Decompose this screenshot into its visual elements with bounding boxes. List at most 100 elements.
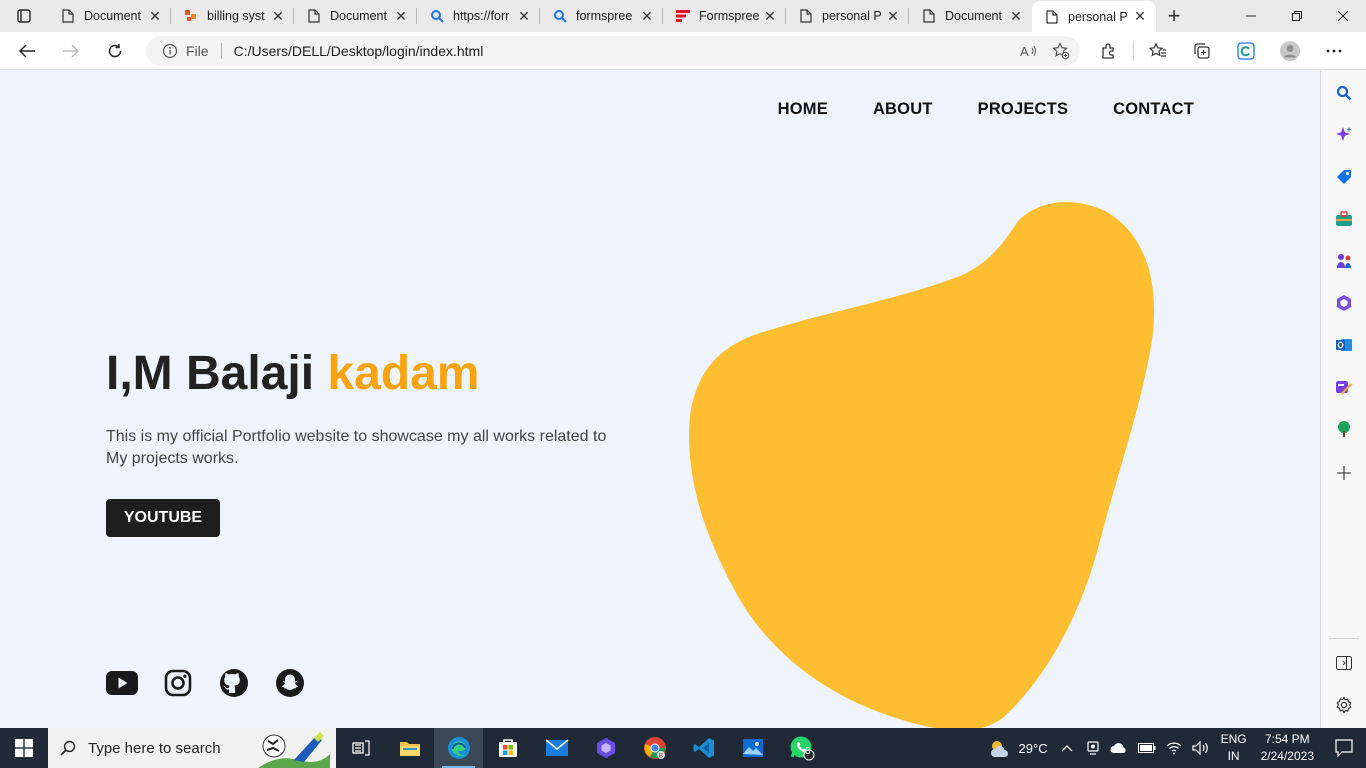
clock-date: 2/24/2023 <box>1260 749 1314 763</box>
profile-button[interactable] <box>1268 35 1312 67</box>
collections-icon <box>1194 43 1210 59</box>
tab[interactable]: Document ✕ <box>909 0 1032 32</box>
minimize-button[interactable] <box>1228 0 1274 32</box>
sidebar-outlook-icon[interactable] <box>1334 335 1354 355</box>
weather-widget[interactable]: 29°C <box>982 728 1053 768</box>
tab[interactable]: Formspree ✕ <box>663 0 786 32</box>
close-icon[interactable]: ✕ <box>762 8 778 24</box>
sidebar-hide-icon[interactable] <box>1334 653 1354 673</box>
nav-contact[interactable]: CONTACT <box>1113 100 1194 119</box>
nav-home[interactable]: HOME <box>778 100 828 119</box>
close-icon[interactable]: ✕ <box>270 8 286 24</box>
wifi-icon[interactable] <box>1161 728 1187 768</box>
url-text[interactable]: C:/Users/DELL/Desktop/login/index.html <box>234 43 484 59</box>
tab-actions-button[interactable] <box>0 0 48 32</box>
forward-arrow-icon <box>63 43 80 58</box>
new-tab-button[interactable]: + <box>1156 0 1192 32</box>
more-menu-button[interactable] <box>1312 35 1356 67</box>
task-view-button[interactable] <box>336 728 385 768</box>
tab-title: Document <box>945 9 1002 23</box>
restore-button[interactable] <box>1274 0 1320 32</box>
refresh-button[interactable] <box>96 35 134 67</box>
snapchat-icon[interactable] <box>274 667 306 699</box>
sidebar-tools-icon[interactable] <box>1334 209 1354 229</box>
close-icon[interactable]: ✕ <box>393 8 409 24</box>
sidebar-add-icon[interactable] <box>1334 463 1354 483</box>
read-aloud-icon[interactable]: A <box>1020 44 1038 58</box>
chrome-button[interactable]: B <box>630 728 679 768</box>
tab-active[interactable]: personal P ✕ <box>1032 1 1156 32</box>
favorites-button[interactable] <box>1136 35 1180 67</box>
favorites-icon <box>1149 42 1166 57</box>
nav-projects[interactable]: PROJECTS <box>978 100 1069 119</box>
tab[interactable]: Document ✕ <box>48 0 171 32</box>
collections-button[interactable] <box>1180 35 1224 67</box>
close-icon[interactable]: ✕ <box>147 8 163 24</box>
language-indicator[interactable]: ENG IN <box>1215 731 1253 765</box>
tab[interactable]: https://forr ✕ <box>417 0 540 32</box>
clock-time: 7:54 PM <box>1264 732 1310 746</box>
sidebar-tree-icon[interactable] <box>1334 419 1354 439</box>
sidebar-settings-icon[interactable] <box>1334 695 1354 715</box>
search-icon <box>60 740 76 756</box>
browser-toolbar: File C:/Users/DELL/Desktop/login/index.h… <box>0 32 1366 70</box>
battery-icon[interactable] <box>1133 728 1161 768</box>
back-arrow-icon <box>18 43 35 58</box>
close-icon[interactable]: ✕ <box>639 8 655 24</box>
tab[interactable]: personal P ✕ <box>786 0 909 32</box>
tab-actions-icon <box>17 9 31 23</box>
edge-sidebar <box>1320 71 1366 728</box>
youtube-icon[interactable] <box>106 667 138 699</box>
sidebar-shopping-icon[interactable] <box>1334 167 1354 187</box>
whatsapp-button[interactable]: 3 <box>777 728 826 768</box>
close-icon[interactable]: ✕ <box>885 8 901 24</box>
volume-icon[interactable] <box>1187 728 1215 768</box>
youtube-button[interactable]: YOUTUBE <box>106 499 220 537</box>
extensions-button[interactable] <box>1087 35 1131 67</box>
mail-button[interactable] <box>532 728 581 768</box>
sidebar-designer-icon[interactable] <box>1334 377 1354 397</box>
show-hidden-icons[interactable] <box>1053 728 1081 768</box>
sidebar-games-icon[interactable] <box>1334 251 1354 271</box>
taskbar-search[interactable]: Type here to search <box>48 728 336 768</box>
file-explorer-button[interactable] <box>385 728 434 768</box>
close-icon[interactable]: ✕ <box>516 8 532 24</box>
vscode-button[interactable] <box>679 728 728 768</box>
start-button[interactable] <box>0 728 48 768</box>
close-icon[interactable]: ✕ <box>1132 8 1148 25</box>
folder-icon <box>399 742 420 756</box>
hero-title-accent: kadam <box>327 347 480 400</box>
onedrive-icon[interactable] <box>1105 728 1133 768</box>
tab[interactable]: formspree ✕ <box>540 0 663 32</box>
forward-button[interactable] <box>52 35 90 67</box>
page-viewport: HOME ABOUT PROJECTS CONTACT I,M Balaji k… <box>0 71 1320 728</box>
clock[interactable]: 7:54 PM 2/24/2023 <box>1253 731 1322 765</box>
copilot-button[interactable] <box>581 728 630 768</box>
sidebar-search-icon[interactable] <box>1334 83 1354 103</box>
sidebar-microsoft365-icon[interactable] <box>1334 293 1354 313</box>
tab-title: formspree <box>576 9 633 23</box>
photos-button[interactable] <box>728 728 777 768</box>
add-favorite-icon[interactable] <box>1052 42 1070 60</box>
store-button[interactable] <box>483 728 532 768</box>
weather-temp: 29°C <box>1018 740 1048 756</box>
address-bar[interactable]: File C:/Users/DELL/Desktop/login/index.h… <box>146 36 1080 66</box>
tab[interactable]: Document ✕ <box>294 0 417 32</box>
edge-browser-essentials-button[interactable] <box>1224 35 1268 67</box>
meet-now-icon[interactable] <box>1081 728 1105 768</box>
close-icon[interactable]: ✕ <box>1008 8 1024 24</box>
github-icon[interactable] <box>218 667 250 699</box>
back-button[interactable] <box>8 35 46 67</box>
tab[interactable]: billing syst ✕ <box>171 0 294 32</box>
info-icon <box>162 43 178 59</box>
social-links <box>106 667 306 699</box>
search-icon <box>429 8 445 24</box>
edge-taskbar-button[interactable] <box>434 728 483 768</box>
sidebar-discover-icon[interactable] <box>1334 125 1354 145</box>
lang-top: ENG <box>1220 732 1247 746</box>
nav-about[interactable]: ABOUT <box>873 100 933 119</box>
photos-icon <box>742 739 763 757</box>
close-window-button[interactable] <box>1320 0 1366 32</box>
instagram-icon[interactable] <box>162 667 194 699</box>
notifications-button[interactable] <box>1322 728 1366 768</box>
